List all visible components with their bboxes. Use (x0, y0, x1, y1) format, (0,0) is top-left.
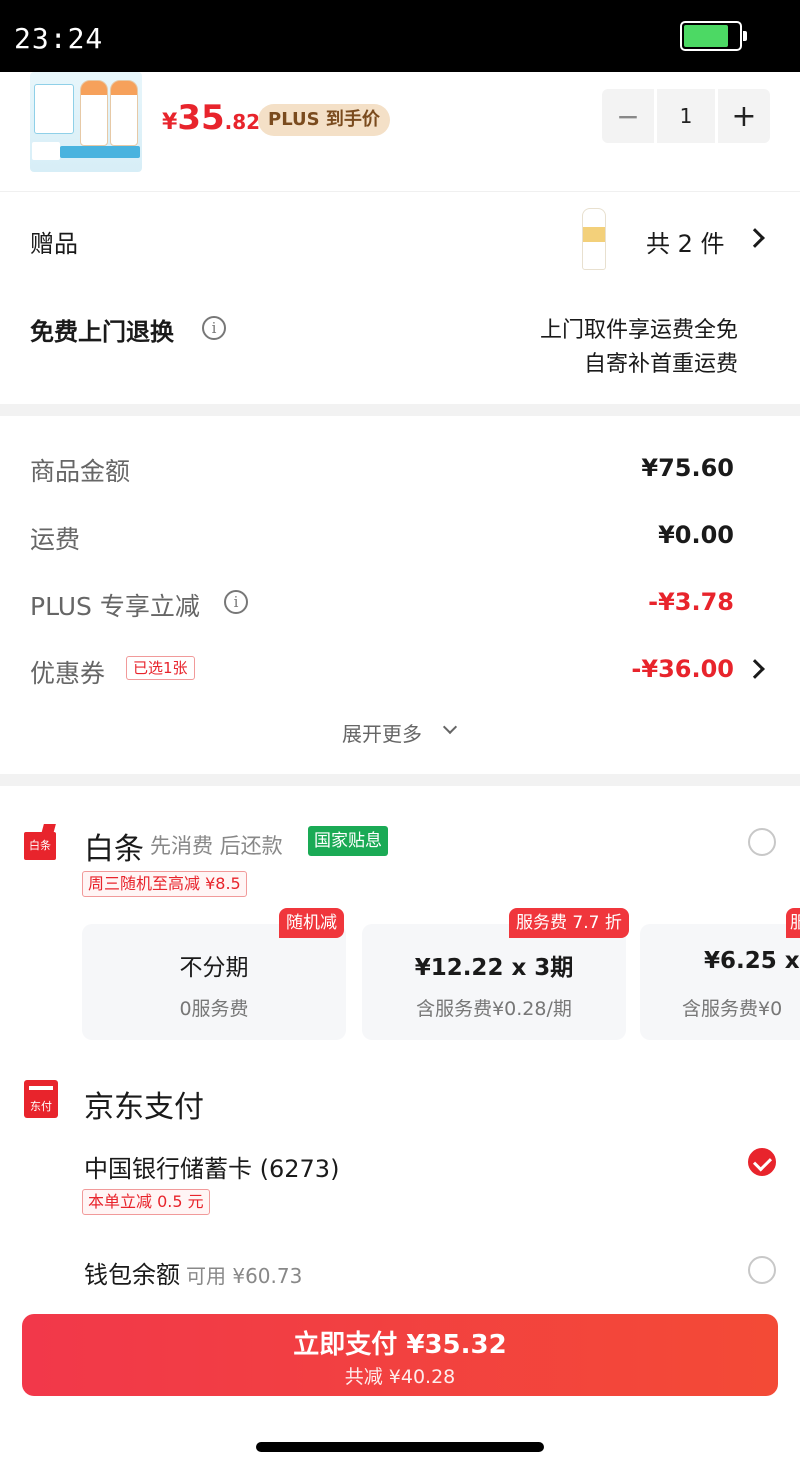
coupon-value[interactable]: -¥36.00 (631, 655, 734, 683)
pay-savings-label: 共减 ¥40.28 (344, 1366, 456, 1388)
wallet-balance-option[interactable]: 钱包余额 可用 ¥60.73 (84, 1255, 302, 1290)
gift-thumbnail[interactable] (582, 208, 606, 270)
chevron-down-icon[interactable] (442, 719, 458, 735)
wallet-available: 可用 ¥60.73 (186, 1264, 303, 1288)
home-indicator[interactable] (256, 1442, 544, 1452)
jd-pay-icon: 东付 (24, 1080, 58, 1118)
bank-card-promo-tag: 本单立减 0.5 元 (82, 1189, 210, 1215)
pay-now-label: 立即支付 ¥35.32 (293, 1330, 507, 1360)
gov-subsidy-tag: 国家贴息 (308, 826, 388, 856)
increase-quantity-button[interactable]: + (718, 89, 770, 143)
return-desc-line1: 上门取件享运费全免 (539, 318, 738, 343)
section-divider (0, 404, 800, 416)
plus-discount-label: PLUS 专享立减 (30, 592, 200, 621)
coupon-chevron-right-icon[interactable] (745, 659, 765, 679)
baitiao-promo-tag: 周三随机至高减 ¥8.5 (82, 871, 247, 897)
quantity-value[interactable]: 1 (657, 89, 715, 143)
return-desc-line2: 自寄补首重运费 (583, 352, 738, 377)
quantity-stepper: − 1 + (602, 89, 770, 143)
section-divider (0, 774, 800, 786)
battery-icon (680, 21, 747, 51)
coupon-label[interactable]: 优惠券 (30, 654, 105, 690)
shipping-label: 运费 (30, 525, 81, 554)
plus-price-tag: PLUS 到手价 (258, 104, 390, 136)
installment-option-6[interactable]: ¥6.25 x 含服务费¥0 (640, 924, 800, 1040)
wallet-radio[interactable] (748, 1256, 776, 1284)
free-return-label: 免费上门退换 (30, 318, 174, 346)
bank-card-radio[interactable] (748, 1148, 776, 1176)
jd-pay-title: 京东支付 (84, 1090, 204, 1125)
installment-option-3[interactable]: ¥12.22 x 3期 含服务费¥0.28/期 (362, 924, 626, 1040)
product-price: ¥35.82 (162, 98, 261, 138)
baitiao-icon: 白条 (24, 824, 56, 860)
pay-now-button[interactable]: 立即支付 ¥35.32 共减 ¥40.28 (22, 1314, 778, 1396)
status-bar: 23:24 (0, 0, 800, 72)
gift-label: 赠品 (30, 230, 78, 258)
installment-badge: 随机减 (279, 908, 344, 938)
decrease-quantity-button[interactable]: − (602, 89, 654, 143)
bank-card-option[interactable]: 中国银行储蓄卡 (6273) (84, 1149, 339, 1184)
installment-badge: 服务费 7.7 折 (509, 908, 629, 938)
goods-amount-label: 商品金额 (30, 457, 131, 486)
plus-discount-value: -¥3.78 (648, 588, 734, 616)
gift-chevron-right-icon[interactable] (745, 228, 765, 248)
plus-discount-info-icon[interactable]: i (224, 590, 248, 614)
coupon-selected-tag: 已选1张 (126, 656, 195, 680)
baitiao-subtitle: 先消费 后还款 (150, 834, 283, 858)
product-row: ¥35.82 PLUS 到手价 − 1 + (0, 72, 800, 192)
baitiao-title[interactable]: 白条 (84, 824, 144, 868)
status-time: 23:24 (14, 22, 104, 55)
expand-more-button[interactable]: 展开更多 (342, 718, 422, 747)
gift-count[interactable]: 共 2 件 (646, 224, 725, 259)
goods-amount-value: ¥75.60 (641, 454, 734, 482)
product-thumbnail[interactable] (30, 72, 142, 172)
installment-badge: 服 (786, 908, 800, 938)
return-info-icon[interactable]: i (202, 316, 226, 340)
shipping-value: ¥0.00 (658, 521, 734, 549)
wallet-label: 钱包余额 (84, 1261, 180, 1289)
installment-option-none[interactable]: 不分期 0服务费 (82, 924, 346, 1040)
baitiao-radio[interactable] (748, 828, 776, 856)
